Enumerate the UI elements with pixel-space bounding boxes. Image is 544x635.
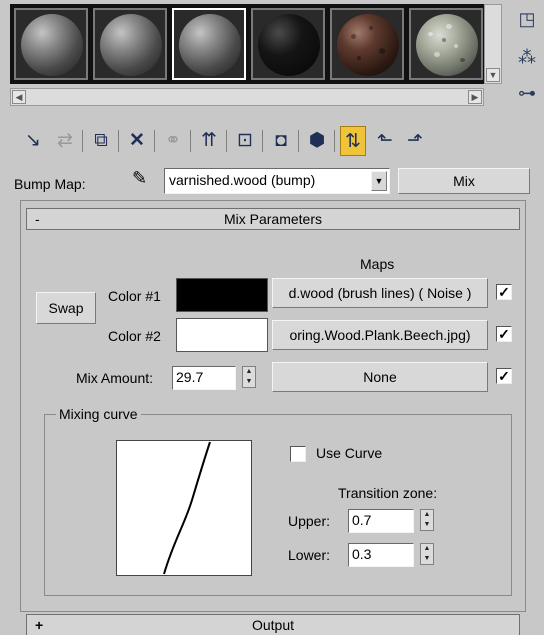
material-slot-3[interactable] (172, 8, 246, 80)
toolbar-separator (226, 130, 227, 152)
output-title: Output (251, 617, 295, 633)
lower-label: Lower: (288, 547, 331, 563)
material-sphere (337, 14, 399, 76)
mix-amount-input[interactable]: 29.7 (172, 366, 236, 390)
reset-map-icon[interactable]: ✕ (124, 126, 150, 156)
toolbar-separator (82, 130, 83, 152)
sample-type-icon[interactable]: ◳ (514, 6, 540, 32)
lower-spinner-icon[interactable]: ▲ ▼ (420, 543, 434, 565)
swap-button[interactable]: Swap (36, 292, 96, 324)
material-sphere (21, 14, 83, 76)
toolbar-separator (298, 130, 299, 152)
scroll-left-arrow-icon[interactable]: ◀ (12, 90, 26, 104)
vertical-scrollbar[interactable]: ▼ (484, 4, 502, 84)
use-curve-label: Use Curve (316, 445, 383, 461)
get-material-icon[interactable]: ↘ (20, 126, 46, 156)
color1-swatch[interactable] (176, 278, 268, 312)
bump-map-label: Bump Map: (14, 176, 86, 192)
output-rollout-header[interactable]: + Output (26, 614, 520, 635)
use-curve-checkbox[interactable] (290, 446, 306, 462)
material-sphere (100, 14, 162, 76)
color1-map-checkbox[interactable]: ✓ (496, 284, 512, 300)
mixing-curve-group (44, 414, 512, 596)
material-map-navigator-icon[interactable]: ⊶ (514, 80, 540, 106)
eyedropper-icon[interactable]: ✎ (132, 168, 147, 189)
color1-map-button[interactable]: d.wood (brush lines) ( Noise ) (272, 278, 488, 308)
go-to-parent-arrow-icon[interactable]: ⬑ (372, 126, 398, 156)
material-id-icon[interactable]: ⊡ (232, 126, 258, 156)
color2-map-checkbox[interactable]: ✓ (496, 326, 512, 342)
material-slots (10, 4, 484, 84)
show-map-in-viewport-icon[interactable]: ◘ (268, 126, 294, 156)
upper-input[interactable]: 0.7 (348, 509, 414, 533)
pick-material-icon[interactable]: ⁂ (514, 44, 540, 70)
material-slot-4[interactable] (251, 8, 325, 80)
make-unique-icon[interactable]: ⚭ (160, 126, 186, 156)
go-forward-to-sibling-icon[interactable]: ⬏ (402, 126, 428, 156)
dropdown-arrow-icon[interactable]: ▼ (371, 171, 387, 191)
mix-amount-label: Mix Amount: (76, 370, 154, 386)
go-to-parent-icon[interactable]: ⇅ (340, 126, 366, 156)
material-sphere (258, 14, 320, 76)
material-slot-2[interactable] (93, 8, 167, 80)
toolbar-separator (334, 130, 335, 152)
color1-label: Color #1 (108, 288, 161, 304)
upper-value: 0.7 (352, 512, 372, 528)
mix-amount-map-button[interactable]: None (272, 362, 488, 392)
scroll-down-arrow-icon[interactable]: ▼ (486, 68, 500, 82)
color2-label: Color #2 (108, 328, 161, 344)
material-slot-1[interactable] (14, 8, 88, 80)
assign-material-icon[interactable]: ⧉ (88, 126, 114, 156)
upper-spinner-icon[interactable]: ▲ ▼ (420, 509, 434, 531)
maps-header: Maps (360, 256, 395, 272)
mixing-curve-title: Mixing curve (56, 406, 141, 422)
curve-canvas (116, 440, 252, 576)
mix-parameters-title: Mix Parameters (223, 211, 323, 227)
toolbar-separator (118, 130, 119, 152)
mix-amount-map-checkbox[interactable]: ✓ (496, 368, 512, 384)
material-slot-5[interactable] (330, 8, 404, 80)
transition-zone-label: Transition zone: (338, 485, 438, 501)
horizontal-scrollbar[interactable]: ◀ ▶ (10, 88, 484, 106)
mix-amount-value: 29.7 (176, 369, 204, 385)
scroll-right-arrow-icon[interactable]: ▶ (468, 90, 482, 104)
mix-parameters-rollout-header[interactable]: - Mix Parameters (26, 208, 520, 230)
material-name-text: varnished.wood (bump) (169, 172, 316, 188)
map-type-button[interactable]: Mix (398, 168, 530, 194)
lower-input[interactable]: 0.3 (348, 543, 414, 567)
toolbar-separator (190, 130, 191, 152)
upper-label: Upper: (288, 513, 331, 529)
put-to-scene-icon[interactable]: ⇄ (52, 126, 78, 156)
put-to-library-icon[interactable]: ⇈ (196, 126, 222, 156)
show-end-result-icon[interactable]: ⬢ (304, 126, 330, 156)
material-sphere (179, 14, 241, 76)
toolbar-separator (154, 130, 155, 152)
mixing-curve-graph (116, 440, 252, 576)
toolbar-separator (262, 130, 263, 152)
material-name-field[interactable]: varnished.wood (bump) ▼ (164, 168, 390, 194)
mix-amount-spinner-icon[interactable]: ▲ ▼ (242, 366, 256, 388)
material-slot-6[interactable] (409, 8, 483, 80)
material-sphere (416, 14, 478, 76)
lower-value: 0.3 (352, 546, 372, 562)
color2-swatch[interactable] (176, 318, 268, 352)
color2-map-button[interactable]: oring.Wood.Plank.Beech.jpg) (272, 320, 488, 350)
